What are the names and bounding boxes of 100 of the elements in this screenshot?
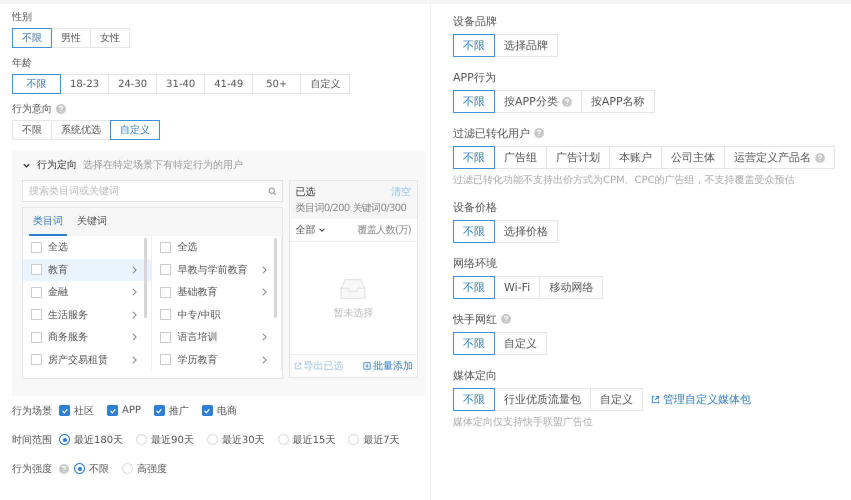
segment-option[interactable]: 自定义 [110,120,160,140]
scrollbar[interactable] [144,238,148,318]
field-label: 行为意向 [12,102,52,116]
segment-option[interactable]: 行业优质流量包 [494,388,591,411]
category-row[interactable]: 房产交易租赁 [23,348,152,371]
help-icon[interactable] [501,314,511,324]
external-link-icon [651,395,660,404]
option-label: 最近15天 [292,434,336,446]
segment-option[interactable]: 不限 [453,34,495,57]
segment-option[interactable]: 广告计划 [546,146,610,169]
batch-add-button[interactable]: 批量添加 [363,359,413,373]
section-hint: 选择在特定场景下有特定行为的用户 [83,158,243,172]
column-header: 覆盖人数(万) [357,224,411,237]
segment-option[interactable]: 女性 [90,28,130,48]
chevron-right-icon [132,333,138,342]
option-label: APP [122,405,141,416]
help-icon[interactable] [534,128,544,138]
segment-option[interactable]: 不限 [12,28,52,48]
manage-link[interactable]: 管理自定义媒体包 [651,392,751,407]
segment-option[interactable]: 公司主体 [661,146,725,169]
checkbox[interactable] [59,405,70,416]
segment-option[interactable]: 按APP分类 [494,90,582,113]
option-label: 最近30天 [222,434,265,446]
segment-option[interactable]: 不限 [453,90,495,113]
segment-option[interactable]: Wi-Fi [494,276,540,299]
segment-option[interactable]: 不限 [453,146,495,169]
chevron-down-icon[interactable] [22,160,31,170]
segment-option[interactable]: 不限 [453,220,495,243]
checkbox[interactable] [154,405,165,416]
search-icon[interactable] [268,186,277,196]
tab[interactable]: 类目词 [29,208,67,236]
export-icon [294,362,302,370]
category-row[interactable]: 全选 [152,236,281,258]
hint-text: 媒体定向仅支持快手联盟广告位 [453,416,594,429]
help-icon[interactable] [562,96,572,106]
category-row[interactable]: 全选 [23,236,152,258]
chevron-right-icon [262,266,267,274]
radio-button[interactable] [59,434,70,445]
chevron-right-icon [132,288,138,296]
segment-option[interactable]: 50+ [252,74,302,94]
category-row[interactable]: 语言培训 [152,326,281,348]
option-label: 电商 [216,404,237,418]
category-row[interactable]: 学历教育 [152,348,281,371]
segment-option[interactable]: 自定义 [590,388,643,411]
help-icon[interactable] [815,152,825,162]
category-row[interactable]: 早教与学前教育 [152,258,281,281]
option-label: 最近7天 [363,434,400,446]
segment-option[interactable]: 不限 [453,388,495,411]
chevron-down-icon [318,226,326,234]
chevron-right-icon [262,356,267,364]
tab[interactable]: 关键词 [73,208,111,236]
category-row[interactable]: 基础教育 [152,281,281,304]
chevron-right-icon [132,310,138,319]
field-label: 设备价格 [453,200,497,214]
field-label: 性别 [12,10,32,24]
segment-option[interactable]: 不限 [12,120,52,140]
section-title: 行为定向 [37,158,77,172]
category-row[interactable]: 金融 [23,281,152,304]
segment-option[interactable]: 不限 [453,276,495,299]
empty-message: 暂未选择 [333,306,374,320]
segment-option[interactable]: 24-30 [108,74,158,94]
segment-option[interactable]: 男性 [51,28,91,48]
checkbox[interactable] [202,405,213,416]
segment-option[interactable]: 选择价格 [494,220,558,243]
segment-option[interactable]: 按APP名称 [580,90,655,113]
segment-option[interactable]: 选择品牌 [494,34,558,57]
search-field[interactable]: 搜索类目词或关键词 [22,180,283,202]
chevron-right-icon [132,356,138,364]
segment-option[interactable]: 移动网络 [539,276,604,299]
segment-option[interactable]: 31-40 [156,74,206,94]
radio-button[interactable] [74,463,85,474]
checkbox[interactable] [107,405,118,416]
segment-option[interactable]: 自定义 [494,332,547,355]
field-label: 设备品牌 [453,14,497,28]
option-label: 最近90天 [151,434,194,446]
option-label: 高强度 [137,462,167,476]
hint-text: 过滤已转化功能不支持出价方式为CPM、CPC的广告组，不支持覆盖受众预估 [453,174,796,187]
scrollbar[interactable] [274,238,277,318]
segment-option[interactable]: 自定义 [300,74,350,94]
segment-option[interactable]: 广告组 [494,146,547,169]
segment-option[interactable]: 运营定义产品名 [724,146,835,169]
help-icon[interactable] [59,464,69,474]
field-label: 快手网红 [453,312,497,326]
category-row[interactable]: 教育 [23,258,152,281]
segment-option[interactable]: 本账户 [609,146,662,169]
category-row[interactable]: 中专/中职 [152,304,281,326]
segment-option[interactable]: 不限 [453,332,495,355]
segment-option[interactable]: 18-23 [60,74,110,94]
option-label: 不限 [89,462,109,476]
help-icon[interactable] [56,104,66,114]
option-label: 社区 [74,404,94,418]
segment-option[interactable]: 不限 [12,74,61,94]
chevron-right-icon [132,266,138,274]
card-title: 已选 [296,186,316,199]
category-row[interactable]: 商务服务 [23,326,152,348]
filter-dropdown[interactable]: 全部 [296,223,326,237]
selection-count: 类目词0/200 关键词0/300 [296,202,408,215]
category-row[interactable]: 生活服务 [23,304,152,326]
segment-option[interactable]: 41-49 [204,74,254,94]
segment-option[interactable]: 系统优选 [51,120,111,140]
